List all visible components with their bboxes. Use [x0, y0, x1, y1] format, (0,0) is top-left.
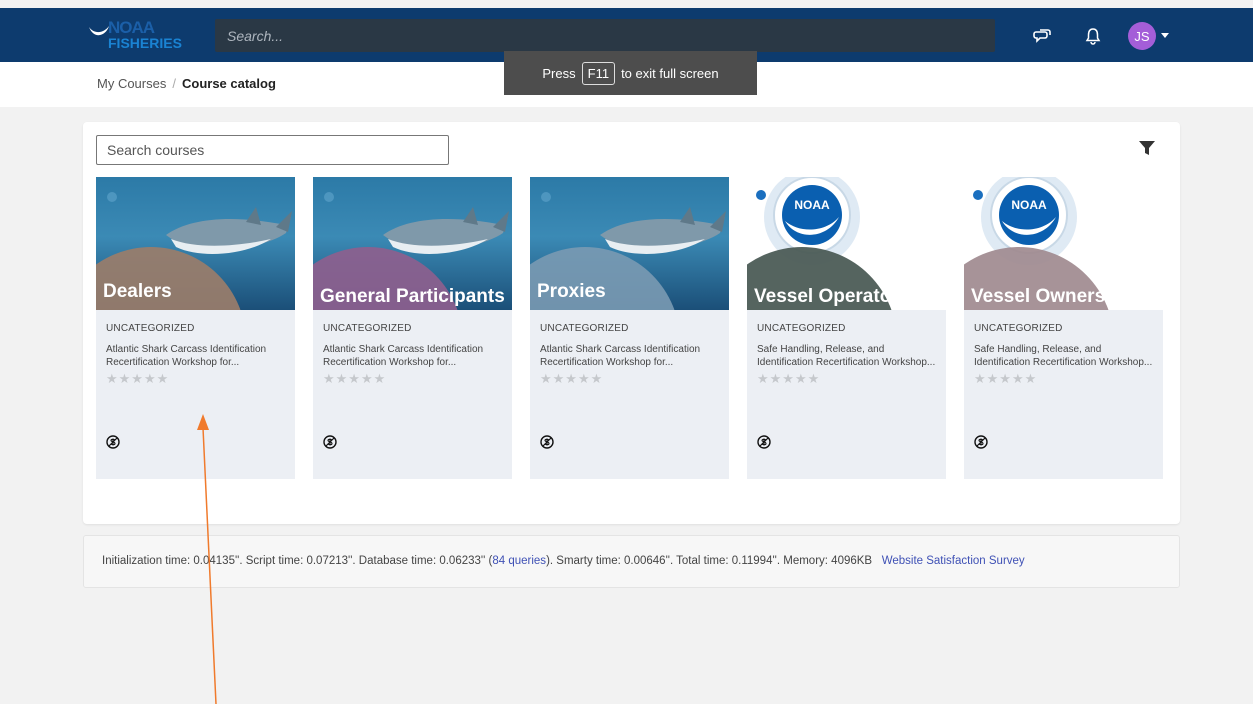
satisfaction-survey-link[interactable]: Website Satisfaction Survey: [882, 555, 1025, 567]
thumbnail-label: General Participants: [320, 286, 505, 307]
course-thumbnail[interactable]: NOAA Vessel Owners: [964, 177, 1163, 310]
thumbnail-label: Proxies: [537, 281, 606, 302]
course-search: [96, 135, 449, 165]
course-card[interactable]: Proxies UNCATEGORIZED Atlantic Shark Car…: [530, 177, 729, 479]
course-card[interactable]: NOAA Vessel Owners UNCATEGORIZED Safe Ha…: [964, 177, 1163, 479]
user-menu-caret-icon[interactable]: [1161, 33, 1169, 38]
svg-text:NOAA: NOAA: [794, 198, 830, 212]
course-rating-stars: ★★★★★: [540, 372, 604, 387]
course-card-list: Dealers UNCATEGORIZED Atlantic Shark Car…: [96, 177, 1163, 479]
toast-suffix: to exit full screen: [621, 65, 719, 81]
breadcrumb-separator: /: [172, 76, 176, 91]
global-search-input[interactable]: [215, 19, 995, 52]
global-search: [215, 19, 995, 52]
course-title[interactable]: Atlantic Shark Carcass Identification Re…: [106, 343, 285, 369]
performance-text-after: ). Smarty time: 0.00646''. Total time: 0…: [546, 555, 873, 567]
course-rating-stars: ★★★★★: [323, 372, 387, 387]
course-category: UNCATEGORIZED: [757, 323, 846, 334]
course-thumbnail[interactable]: Proxies: [530, 177, 729, 310]
course-title[interactable]: Atlantic Shark Carcass Identification Re…: [323, 343, 502, 369]
performance-text-before: Initialization time: 0.04135''. Script t…: [102, 555, 493, 567]
breadcrumb-my-courses[interactable]: My Courses: [97, 76, 166, 91]
course-category: UNCATEGORIZED: [974, 323, 1063, 334]
toast-key: F11: [581, 61, 616, 85]
performance-footer: Initialization time: 0.04135''. Script t…: [83, 535, 1180, 588]
performance-text: Initialization time: 0.04135''. Script t…: [102, 555, 1025, 567]
messages-icon[interactable]: [1033, 27, 1051, 45]
svg-text:NOAA: NOAA: [1011, 198, 1047, 212]
user-avatar[interactable]: JS: [1128, 22, 1156, 50]
course-thumbnail[interactable]: NOAA Vessel Operators: [747, 177, 946, 310]
breadcrumb-course-catalog: Course catalog: [181, 76, 276, 91]
price-icon: [106, 435, 120, 449]
course-category: UNCATEGORIZED: [106, 323, 195, 334]
queries-link[interactable]: 84 queries: [492, 555, 546, 567]
course-thumbnail[interactable]: General Participants: [313, 177, 512, 310]
course-rating-stars: ★★★★★: [974, 372, 1038, 387]
course-category: UNCATEGORIZED: [323, 323, 412, 334]
course-title[interactable]: Atlantic Shark Carcass Identification Re…: [540, 343, 719, 369]
filter-icon[interactable]: [1138, 139, 1156, 157]
course-title[interactable]: Safe Handling, Release, and Identificati…: [974, 343, 1153, 369]
price-icon: [323, 435, 337, 449]
course-thumbnail[interactable]: Dealers: [96, 177, 295, 310]
notifications-bell-icon[interactable]: [1084, 27, 1102, 45]
logo-wordmark: NOAA FISHERIES: [88, 18, 182, 52]
price-icon: [757, 435, 771, 449]
course-card[interactable]: NOAA Vessel Operators UNCATEGORIZED Safe…: [747, 177, 946, 479]
price-icon: [540, 435, 554, 449]
toast-prefix: Press: [542, 65, 576, 81]
course-search-input[interactable]: [97, 136, 448, 164]
noaa-fisheries-logo[interactable]: NOAA FISHERIES: [88, 18, 182, 52]
logo-line2: FISHERIES: [108, 35, 182, 51]
course-card[interactable]: Dealers UNCATEGORIZED Atlantic Shark Car…: [96, 177, 295, 479]
course-title[interactable]: Safe Handling, Release, and Identificati…: [757, 343, 936, 369]
thumbnail-label: Vessel Operators: [754, 286, 910, 307]
course-catalog-panel: Dealers UNCATEGORIZED Atlantic Shark Car…: [83, 122, 1180, 524]
fullscreen-toast: Press F11 to exit full screen: [504, 51, 757, 95]
thumbnail-label: Vessel Owners: [971, 286, 1106, 307]
course-rating-stars: ★★★★★: [106, 372, 170, 387]
course-card[interactable]: General Participants UNCATEGORIZED Atlan…: [313, 177, 512, 479]
course-category: UNCATEGORIZED: [540, 323, 629, 334]
breadcrumb: My Courses / Course catalog: [97, 76, 276, 91]
thumbnail-label: Dealers: [103, 281, 172, 302]
price-icon: [974, 435, 988, 449]
course-rating-stars: ★★★★★: [757, 372, 821, 387]
